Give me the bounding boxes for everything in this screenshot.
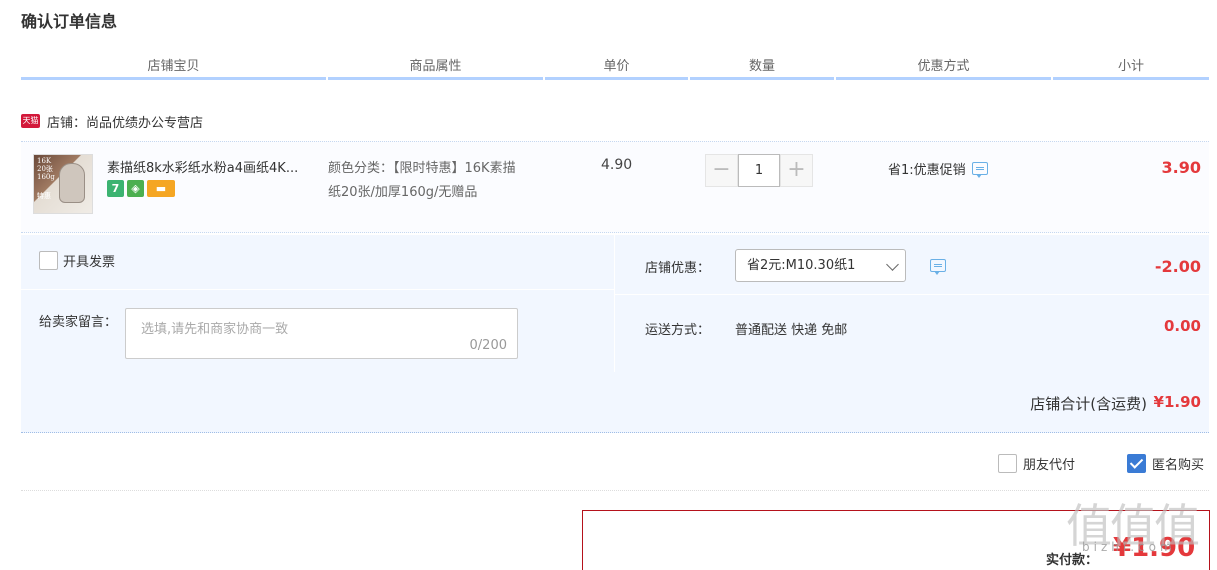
thumb-label-special: 特惠 [37, 192, 51, 200]
promotion-text: 省1:优惠促销 [888, 163, 966, 178]
column-attributes: 商品属性 [328, 55, 543, 80]
friend-pay-label: 朋友代付 [1023, 458, 1076, 473]
message-input[interactable]: 选填,请先和商家协商一致 0/200 [125, 308, 518, 359]
decrease-button[interactable]: − [705, 154, 738, 187]
unit-price: 4.90 [601, 157, 633, 173]
thumb-label-size: 16K [37, 157, 52, 165]
anonymous-label: 匿名购买 [1152, 458, 1205, 473]
increase-button[interactable]: + [780, 154, 813, 187]
column-subtotal: 小计 [1053, 55, 1209, 80]
anonymous-checkbox[interactable] [1127, 454, 1146, 473]
thumb-label-weight: 160g [37, 173, 55, 181]
quantity-stepper: − 1 + [705, 154, 813, 187]
column-quantity: 数量 [690, 55, 834, 80]
quantity-input[interactable]: 1 [738, 154, 780, 187]
message-char-count: 0/200 [469, 338, 507, 353]
shop-name[interactable]: 店铺：尚品优绩办公专营店 [47, 112, 203, 131]
order-options-panel: 开具发票 给卖家留言： 选填,请先和商家协商一致 0/200 店铺优惠： 省2元… [21, 235, 1209, 433]
column-discount: 优惠方式 [836, 55, 1051, 80]
shipping-method: 普通配送 快递 免邮 [735, 323, 848, 338]
shipping-label: 运送方式： [645, 323, 711, 338]
item-subtotal: 3.90 [1161, 158, 1201, 177]
shop-discount-value: -2.00 [1154, 257, 1201, 276]
message-label: 给卖家留言： [39, 315, 118, 330]
column-shop-item: 店铺宝贝 [21, 55, 326, 80]
friend-pay-option[interactable]: 朋友代付 [998, 454, 1075, 473]
credit-card-icon: ▬ [147, 180, 175, 197]
chat-icon[interactable] [930, 259, 946, 275]
column-unit-price: 单价 [545, 55, 688, 80]
product-thumbnail[interactable]: 16K 20张 160g 特惠 [33, 154, 93, 214]
anonymous-option[interactable]: 匿名购买 [1127, 454, 1204, 473]
shop-discount-label: 店铺优惠： [645, 261, 711, 276]
chat-icon[interactable] [971, 162, 988, 178]
chevron-down-icon [886, 258, 899, 271]
thumb-label-count: 20张 [37, 165, 53, 173]
watermark-sub: bizhi.com [1082, 540, 1176, 554]
message-placeholder: 选填,请先和商家协商一致 [141, 322, 289, 337]
thumb-portrait [59, 163, 85, 203]
shop-discount-select[interactable]: 省2元:M10.30纸1 [735, 249, 906, 282]
item-row: 16K 20张 160g 特惠 素描纸8k水彩纸水粉a4画纸4K... 7 ◈ … [21, 141, 1209, 233]
shop-line: 天猫 店铺：尚品优绩办公专营店 [21, 112, 203, 131]
column-header: 店铺宝贝 商品属性 单价 数量 优惠方式 小计 [21, 55, 1209, 80]
guarantee-shield-icon: ◈ [127, 180, 144, 197]
service-badges: 7 ◈ ▬ [107, 180, 175, 197]
seven-day-return-icon: 7 [107, 180, 124, 197]
tmall-icon: 天猫 [21, 114, 40, 128]
extra-options-row: 朋友代付 匿名购买 [21, 437, 1209, 491]
product-title[interactable]: 素描纸8k水彩纸水粉a4画纸4K... [107, 157, 298, 176]
page-title: 确认订单信息 [21, 12, 118, 31]
shop-total-label: 店铺合计(含运费) [1030, 395, 1147, 413]
promotion: 省1:优惠促销 [888, 159, 988, 178]
friend-pay-checkbox[interactable] [998, 454, 1017, 473]
product-attributes: 颜色分类：【限时特惠】16K素描 纸20张/加厚160g/无赠品 [328, 161, 516, 200]
shipping-value: 0.00 [1163, 317, 1201, 335]
shop-total-amount: ¥1.90 [1153, 393, 1201, 411]
